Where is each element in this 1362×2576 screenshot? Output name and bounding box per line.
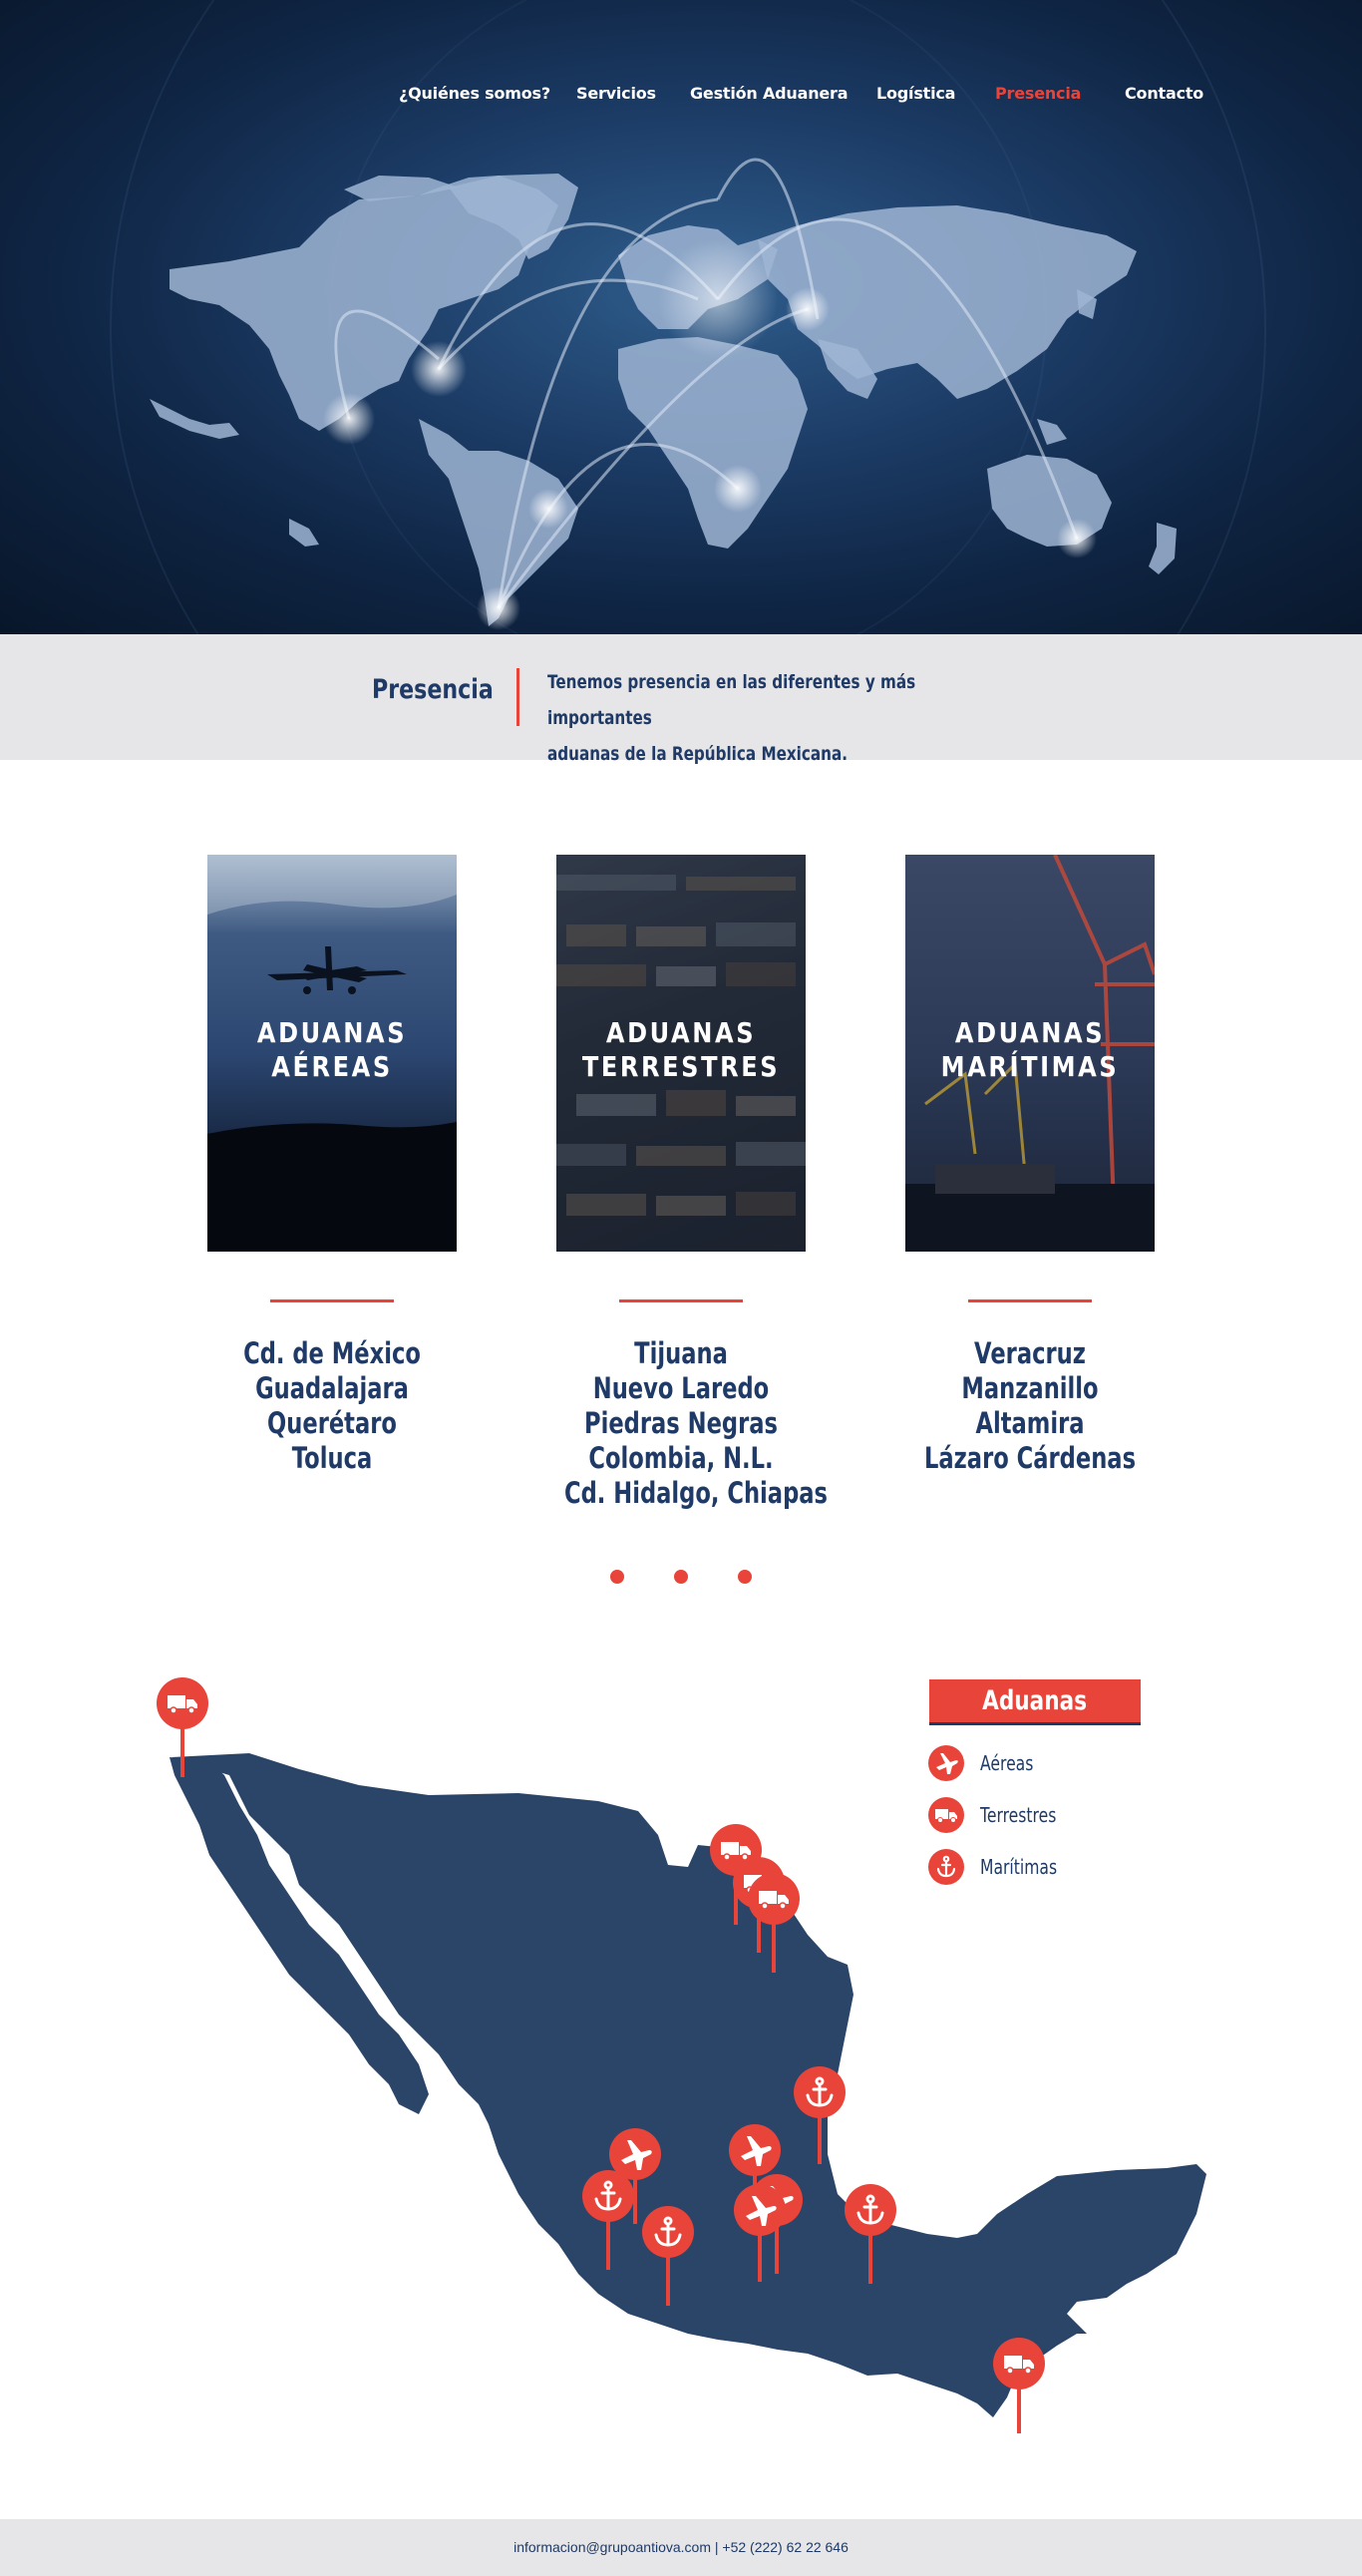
card-title: ADUANAS AÉREAS xyxy=(225,1016,440,1084)
card-title-line: AÉREAS xyxy=(271,1050,393,1083)
nav-quienes-somos[interactable]: ¿Quiénes somos? xyxy=(399,84,550,103)
city-name: Cd. de México xyxy=(243,1336,421,1370)
hero-banner: ¿Quiénes somos? Servicios Gestión Aduane… xyxy=(0,0,1362,634)
card-divider xyxy=(968,1299,1092,1302)
footer: informacion@grupoantiova.com | +52 (222)… xyxy=(0,2519,1362,2576)
truck-icon xyxy=(928,1797,964,1833)
nav-logistica[interactable]: Logística xyxy=(876,84,955,103)
card-divider xyxy=(619,1299,743,1302)
card-title-line: ADUANAS xyxy=(954,1016,1106,1049)
presence-description-line: aduanas de la República Mexicana. xyxy=(547,743,849,765)
card-title-line: ADUANAS xyxy=(605,1016,757,1049)
mexico-silhouette xyxy=(171,1753,1206,2417)
city-name: Tijuana xyxy=(634,1336,728,1370)
card-title: ADUANAS TERRESTRES xyxy=(574,1016,789,1084)
city-name: Lázaro Cárdenas xyxy=(923,1441,1137,1475)
city-name: Querétaro xyxy=(267,1406,397,1440)
footer-contact[interactable]: informacion@grupoantiova.com | +52 (222)… xyxy=(513,2539,849,2555)
anchor-icon xyxy=(928,1849,964,1885)
city-name: Cd. Hidalgo, Chiapas xyxy=(564,1476,829,1510)
card-title: ADUANAS MARÍTIMAS xyxy=(923,1016,1138,1084)
card-aduanas-aereas[interactable]: ADUANAS AÉREAS xyxy=(207,855,457,1252)
carousel-dot[interactable] xyxy=(674,1570,688,1584)
city-name: Nuevo Laredo xyxy=(592,1371,770,1405)
city-name: Manzanillo xyxy=(961,1371,1099,1405)
city-name: Colombia, N.L. xyxy=(588,1441,774,1475)
card-divider xyxy=(270,1299,394,1302)
carousel-dot[interactable] xyxy=(610,1570,624,1584)
nav-servicios[interactable]: Servicios xyxy=(576,84,656,103)
presence-title: Presencia xyxy=(372,674,494,705)
card-title-line: ADUANAS xyxy=(256,1016,408,1049)
city-name: Altamira xyxy=(975,1406,1085,1440)
legend-title: Aduanas xyxy=(929,1679,1141,1725)
presence-description-line: Tenemos presencia en las diferentes y má… xyxy=(547,671,916,729)
presence-intro-band: Presencia Tenemos presencia en las difer… xyxy=(0,634,1362,765)
carousel-dot[interactable] xyxy=(738,1570,752,1584)
nav-gestion-aduanera[interactable]: Gestión Aduanera xyxy=(690,84,849,103)
card-title-line: MARÍTIMAS xyxy=(940,1050,1120,1083)
mexico-map xyxy=(156,1676,1206,2433)
nav-contacto[interactable]: Contacto xyxy=(1125,84,1203,103)
city-name: Piedras Negras xyxy=(584,1406,778,1440)
city-name: Veracruz xyxy=(974,1336,1086,1370)
city-list-terrestres: Tijuana Nuevo Laredo Piedras Negras Colo… xyxy=(531,1336,831,1511)
card-aduanas-terrestres[interactable]: ADUANAS TERRESTRES xyxy=(556,855,806,1252)
main-navigation: ¿Quiénes somos? Servicios Gestión Aduane… xyxy=(0,84,1362,112)
city-name: Guadalajara xyxy=(255,1371,409,1405)
legend-label: Terrestres xyxy=(980,1803,1057,1827)
presence-description: Tenemos presencia en las diferentes y má… xyxy=(547,664,994,772)
city-list-aereas: Cd. de México Guadalajara Querétaro Tolu… xyxy=(182,1336,482,1476)
card-title-line: TERRESTRES xyxy=(581,1050,781,1083)
legend-label: Aéreas xyxy=(980,1751,1034,1775)
plane-icon xyxy=(928,1745,964,1781)
city-list-maritimas: Veracruz Manzanillo Altamira Lázaro Cárd… xyxy=(880,1336,1180,1476)
legend-title-text: Aduanas xyxy=(982,1685,1088,1716)
city-name: Toluca xyxy=(291,1441,373,1475)
legend-label: Marítimas xyxy=(980,1855,1058,1879)
nav-presencia[interactable]: Presencia xyxy=(995,84,1081,103)
presence-divider xyxy=(516,668,519,726)
card-aduanas-maritimas[interactable]: ADUANAS MARÍTIMAS xyxy=(905,855,1155,1252)
